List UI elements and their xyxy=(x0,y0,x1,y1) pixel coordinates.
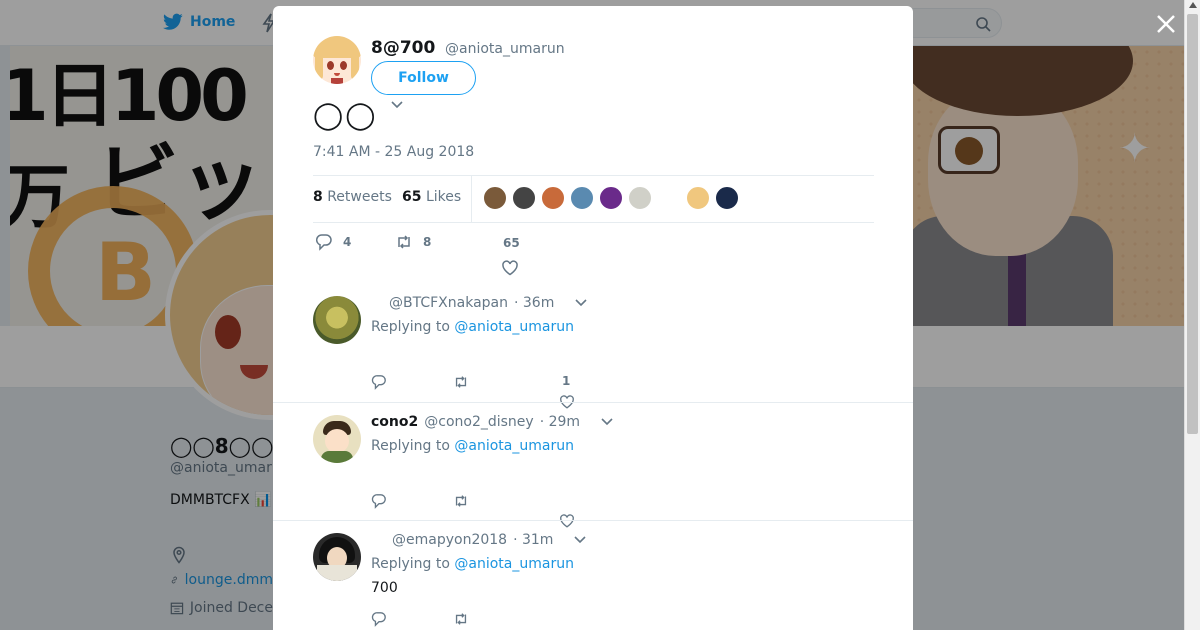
replying-prefix: Replying to xyxy=(371,319,450,335)
like-count: 65 xyxy=(503,236,520,250)
follow-button[interactable]: Follow xyxy=(371,61,476,95)
author-name[interactable]: 8@700 xyxy=(371,38,435,58)
retweet-icon xyxy=(455,613,467,625)
reply-item[interactable]: @BTCFXnakapan · 36m Replying to @aniota_… xyxy=(273,284,913,409)
retweet-count: 8 xyxy=(423,235,432,249)
reply-time[interactable]: · 36m xyxy=(514,295,554,311)
liker-avatar[interactable] xyxy=(570,186,594,210)
likes-label: Likes xyxy=(425,189,462,205)
like-action[interactable]: 65 xyxy=(501,233,525,276)
retweet-icon xyxy=(398,235,410,249)
likes-count: 65 xyxy=(402,189,422,205)
likes-stat[interactable]: 65 Likes xyxy=(402,189,461,205)
reply-header: cono2 @cono2_disney · 29m xyxy=(371,414,614,430)
reply-item[interactable]: cono2 @cono2_disney · 29m Replying to @a… xyxy=(273,402,913,528)
avatar-mouth xyxy=(334,73,340,76)
liker-avatar[interactable] xyxy=(686,186,710,210)
reply-icon xyxy=(371,494,386,509)
like-action[interactable] xyxy=(559,493,579,528)
liker-avatar[interactable] xyxy=(541,186,565,210)
stats-divider xyxy=(471,176,472,222)
reply-actions xyxy=(371,493,771,528)
reply-avatar[interactable] xyxy=(313,415,361,463)
liker-avatar[interactable] xyxy=(657,186,681,210)
replying-prefix: Replying to xyxy=(371,438,450,454)
liker-avatar[interactable] xyxy=(512,186,536,210)
retweets-stat[interactable]: 8 Retweets xyxy=(313,189,392,205)
replying-to-link[interactable]: @aniota_umarun xyxy=(454,556,574,572)
tweet-modal: 8@700 @aniota_umarun Follow ◯◯ 7:41 AM -… xyxy=(273,6,913,630)
replying-to: Replying to @aniota_umarun xyxy=(371,556,574,572)
reply-avatar[interactable] xyxy=(313,533,361,581)
retweet-icon xyxy=(455,376,467,388)
scroll-up-arrow-icon[interactable] xyxy=(1189,2,1197,8)
replying-to: Replying to @aniota_umarun xyxy=(371,438,574,454)
reply-time[interactable]: · 29m xyxy=(540,414,580,430)
reply-action[interactable] xyxy=(371,374,387,390)
chevron-down-icon[interactable] xyxy=(390,100,404,110)
reply-item[interactable]: @emapyon2018 · 31m Replying to @aniota_u… xyxy=(273,520,913,630)
reply-icon xyxy=(315,234,332,251)
avatar-eye-left xyxy=(327,61,334,70)
replying-to-link[interactable]: @aniota_umarun xyxy=(454,319,574,335)
liker-avatar[interactable] xyxy=(599,186,623,210)
reply-time[interactable]: · 31m xyxy=(513,532,553,548)
tweet-actions: 4 8 65 xyxy=(313,233,874,276)
reply-actions: 1 xyxy=(371,374,771,409)
reply-icon xyxy=(371,612,386,627)
author-avatar[interactable] xyxy=(313,36,361,84)
chevron-down-icon[interactable] xyxy=(574,298,588,308)
reply-author-handle[interactable]: @BTCFXnakapan xyxy=(389,295,508,311)
scrollbar-thumb[interactable] xyxy=(1187,14,1198,434)
close-icon[interactable] xyxy=(1152,10,1180,38)
retweet-action[interactable] xyxy=(453,493,469,509)
retweet-icon xyxy=(455,495,467,507)
reply-author-handle[interactable]: @emapyon2018 xyxy=(392,532,507,548)
tweet-stats: 8 Retweets 65 Likes xyxy=(313,175,874,223)
tweet-text: ◯◯ xyxy=(313,100,378,131)
retweets-label: Retweets xyxy=(327,189,392,205)
reply-header: @BTCFXnakapan · 36m xyxy=(371,295,588,311)
reply-body: 700 xyxy=(371,580,398,596)
retweets-count: 8 xyxy=(313,189,323,205)
reply-icon xyxy=(371,375,386,390)
heart-icon xyxy=(502,260,518,276)
chevron-down-icon[interactable] xyxy=(600,417,614,427)
avatar-hair xyxy=(313,36,361,58)
retweet-action[interactable] xyxy=(453,611,469,627)
reply-action[interactable] xyxy=(371,611,387,627)
retweet-action[interactable] xyxy=(453,374,469,390)
liker-avatar[interactable] xyxy=(628,186,652,210)
avatar-face xyxy=(325,429,349,453)
avatar-body xyxy=(321,451,353,463)
reply-avatar[interactable] xyxy=(313,296,361,344)
reply-action[interactable]: 4 xyxy=(315,233,351,251)
reply-author-name[interactable]: cono2 xyxy=(371,414,418,430)
like-action[interactable]: 1 xyxy=(559,374,579,409)
reply-actions xyxy=(371,611,771,630)
reply-count: 4 xyxy=(343,235,352,249)
reply-action[interactable] xyxy=(371,493,387,509)
avatar-paper xyxy=(317,565,357,581)
reply-header: @emapyon2018 · 31m xyxy=(371,532,587,548)
page-scrollbar[interactable] xyxy=(1184,0,1200,630)
replying-prefix: Replying to xyxy=(371,556,450,572)
author-handle[interactable]: @aniota_umarun xyxy=(445,41,565,57)
reply-author-handle[interactable]: @cono2_disney xyxy=(424,414,533,430)
liker-avatar[interactable] xyxy=(483,186,507,210)
replying-to-link[interactable]: @aniota_umarun xyxy=(454,438,574,454)
avatar-bow xyxy=(331,78,343,84)
chevron-down-icon[interactable] xyxy=(573,535,587,545)
retweet-action[interactable]: 8 xyxy=(395,233,431,251)
replying-to: Replying to @aniota_umarun xyxy=(371,319,574,335)
like-count: 1 xyxy=(562,374,571,388)
liker-avatars xyxy=(483,186,739,210)
tweet-timestamp[interactable]: 7:41 AM - 25 Aug 2018 xyxy=(313,144,474,160)
avatar-eye-right xyxy=(340,61,347,70)
liker-avatar[interactable] xyxy=(715,186,739,210)
